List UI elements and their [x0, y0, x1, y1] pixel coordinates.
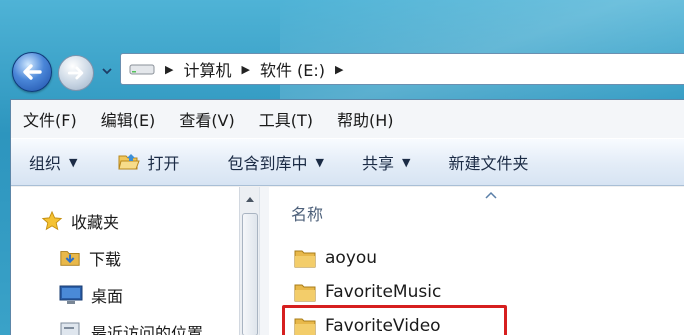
nav-favorites-label: 收藏夹: [71, 213, 120, 232]
command-bar: 组织 ▼ 打开 包含到库中 ▼ 共享 ▼ 新建文件夹: [11, 138, 684, 186]
folder-icon: [294, 284, 316, 302]
include-in-library-label: 包含到库中: [227, 154, 308, 173]
organize-label: 组织: [29, 154, 62, 173]
menu-help[interactable]: 帮助(H): [325, 107, 406, 131]
new-folder-label: 新建文件夹: [448, 154, 529, 173]
folder-icon: [294, 250, 316, 268]
column-header-name[interactable]: 名称: [291, 201, 323, 225]
menu-bar: 文件(F) 编辑(E) 查看(V) 工具(T) 帮助(H): [11, 100, 684, 138]
dropdown-arrow-icon: ▼: [315, 155, 324, 169]
menu-tools[interactable]: 工具(T): [247, 107, 325, 131]
arrow-right-icon: [67, 66, 84, 80]
menu-edit[interactable]: 编辑(E): [89, 107, 168, 131]
downloads-folder-icon: [60, 251, 80, 266]
nav-item-recent-places-label: 最近访问的位置: [91, 324, 204, 335]
dropdown-arrow-icon: ▼: [69, 155, 78, 169]
star-icon: [41, 210, 63, 231]
nav-item-desktop-label: 桌面: [91, 287, 124, 306]
forward-button[interactable]: [58, 55, 94, 91]
file-row-favoritemusic[interactable]: FavoriteMusic: [293, 281, 441, 303]
share-button[interactable]: 共享 ▼: [338, 139, 424, 185]
file-row-aoyou[interactable]: aoyou: [293, 247, 377, 269]
breadcrumb-separator-icon[interactable]: ▶: [241, 63, 249, 76]
back-button[interactable]: [12, 52, 52, 92]
menu-view[interactable]: 查看(V): [167, 107, 246, 131]
arrow-left-icon: [23, 64, 42, 80]
address-bar[interactable]: ▶ 计算机 ▶ 软件 (E:) ▶: [120, 53, 684, 85]
nav-item-desktop[interactable]: 桌面: [59, 283, 123, 307]
desktop-icon: [59, 285, 83, 304]
breadcrumb-drive[interactable]: 软件 (E:): [260, 57, 325, 81]
recent-places-icon: [60, 322, 80, 335]
share-label: 共享: [361, 154, 394, 173]
navigation-scrollbar[interactable]: [239, 187, 259, 335]
pane-splitter[interactable]: [259, 187, 269, 335]
explorer-window: 文件(F) 编辑(E) 查看(V) 工具(T) 帮助(H) 组织 ▼ 打开 包含…: [10, 99, 684, 335]
nav-favorites[interactable]: 收藏夹: [41, 209, 119, 233]
breadcrumb-separator-icon[interactable]: ▶: [335, 63, 343, 76]
scroll-up-arrow-icon[interactable]: [245, 195, 255, 203]
file-name: aoyou: [325, 248, 378, 268]
recent-pages-chevron-icon[interactable]: [100, 64, 114, 78]
dropdown-arrow-icon: ▼: [402, 155, 411, 169]
nav-item-recent-places[interactable]: 最近访问的位置: [59, 320, 203, 335]
new-folder-button[interactable]: 新建文件夹: [424, 139, 542, 185]
highlight-annotation: [282, 305, 507, 335]
open-folder-icon: [118, 154, 141, 170]
navigation-pane: 收藏夹 下载 桌面 最近访问的位置: [11, 187, 239, 335]
nav-item-downloads-label: 下载: [89, 250, 122, 269]
organize-button[interactable]: 组织 ▼: [11, 139, 91, 185]
open-label: 打开: [147, 154, 180, 173]
include-in-library-button[interactable]: 包含到库中 ▼: [194, 139, 338, 185]
file-name: FavoriteMusic: [325, 282, 442, 302]
sort-ascending-icon: [485, 191, 497, 199]
nav-item-downloads[interactable]: 下载: [59, 246, 121, 270]
breadcrumb-computer[interactable]: 计算机: [183, 57, 231, 81]
scrollbar-thumb[interactable]: [242, 213, 258, 335]
menu-file[interactable]: 文件(F): [11, 107, 89, 131]
open-button[interactable]: 打开: [91, 139, 193, 185]
breadcrumb-separator-icon[interactable]: ▶: [165, 63, 173, 76]
drive-icon: [129, 64, 155, 75]
